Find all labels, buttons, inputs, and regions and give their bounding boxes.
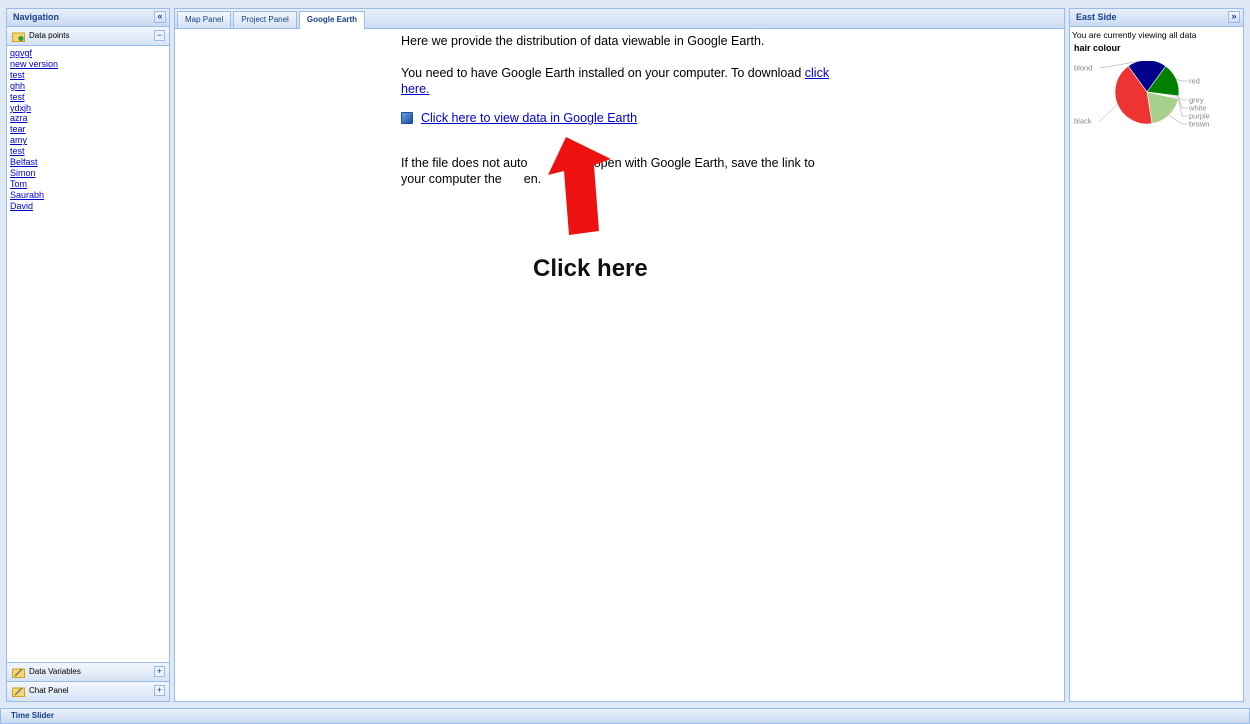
- google-earth-icon: [401, 112, 413, 124]
- data-point-link[interactable]: qqvgf: [10, 48, 32, 58]
- data-point-item: ghh: [10, 81, 169, 92]
- east-side-title: East Side: [1076, 12, 1117, 22]
- west-accordion-bottom: Data Variables + Chat Panel +: [7, 662, 169, 701]
- pie-label-brown: brown: [1189, 120, 1209, 129]
- view-in-google-earth-link[interactable]: Click here to view data in Google Earth: [421, 111, 637, 125]
- collapse-east-button[interactable]: »: [1228, 11, 1240, 23]
- data-points-header[interactable]: Data points −: [7, 27, 169, 46]
- data-variables-header[interactable]: Data Variables +: [7, 663, 169, 682]
- data-point-link[interactable]: Belfast: [10, 157, 38, 167]
- chat-panel-label: Chat Panel: [29, 686, 69, 695]
- data-points-list: qqvgf new version test ghh test ydxjh azra tear…: [7, 46, 169, 212]
- data-point-item: Simon: [10, 168, 169, 179]
- navigation-header: Navigation «: [7, 9, 169, 27]
- pie-leader-black: [1099, 104, 1118, 122]
- pie-leader-red: [1176, 79, 1188, 82]
- viewing-all-data-note: You are currently viewing all data: [1072, 30, 1197, 40]
- tab-bar: Map Panel Project Panel Google Earth: [175, 9, 1064, 29]
- expand-data-variables-button[interactable]: +: [154, 666, 165, 677]
- save-note: If the file does not auto ally open with …: [401, 155, 841, 187]
- pencil-folder-icon: [12, 668, 25, 678]
- data-point-item: Belfast: [10, 157, 169, 168]
- data-point-link[interactable]: amy: [10, 135, 27, 145]
- east-side-header: East Side »: [1070, 9, 1243, 27]
- data-point-item: Saurabh: [10, 190, 169, 201]
- save-note-part1: If the file does not auto: [401, 156, 528, 170]
- install-text: You need to have Google Earth installed …: [401, 65, 851, 97]
- tab-map-panel[interactable]: Map Panel: [177, 11, 232, 28]
- data-point-link[interactable]: Saurabh: [10, 190, 44, 200]
- data-point-item: test: [10, 92, 169, 103]
- data-point-item: new version: [10, 59, 169, 70]
- navigation-panel: Navigation « Data points − qqvgf new vers…: [6, 8, 170, 702]
- data-point-link[interactable]: Tom: [10, 179, 27, 189]
- data-points-label: Data points: [29, 31, 70, 40]
- data-point-link[interactable]: test: [10, 146, 25, 156]
- data-point-link[interactable]: new version: [10, 59, 58, 69]
- data-point-link[interactable]: Simon: [10, 168, 36, 178]
- pie-label-red: red: [1189, 77, 1200, 86]
- data-variables-label: Data Variables: [29, 667, 81, 676]
- data-point-link[interactable]: David: [10, 201, 33, 211]
- chart-title: hair colour: [1074, 43, 1121, 53]
- data-point-link[interactable]: tear: [10, 124, 26, 134]
- data-point-item: David: [10, 201, 169, 212]
- red-arrow-annotation: [548, 137, 611, 235]
- collapse-west-button[interactable]: «: [154, 11, 166, 23]
- intro-text: Here we provide the distribution of data…: [401, 34, 765, 48]
- data-point-link[interactable]: azra: [10, 113, 28, 123]
- data-point-item: test: [10, 70, 169, 81]
- tab-google-earth[interactable]: Google Earth: [298, 11, 366, 29]
- time-slider-title: Time Slider: [11, 711, 54, 720]
- data-point-item: tear: [10, 124, 169, 135]
- data-point-link[interactable]: ydxjh: [10, 103, 31, 113]
- google-earth-content: Here we provide the distribution of data…: [401, 33, 851, 187]
- expand-chat-panel-button[interactable]: +: [154, 685, 165, 696]
- chat-panel-header[interactable]: Chat Panel +: [7, 682, 169, 701]
- time-slider-panel: Time Slider: [0, 708, 1250, 724]
- click-here-annotation: Click here: [533, 255, 648, 282]
- east-side-panel: East Side » You are currently viewing al…: [1069, 8, 1244, 702]
- data-point-item: azra: [10, 113, 169, 124]
- hair-colour-pie-chart: blondredgreywhitepurplebrownblack: [1074, 61, 1210, 129]
- pie-label-blond: blond: [1074, 64, 1092, 73]
- pencil-folder-icon: [12, 687, 25, 697]
- collapse-data-points-button[interactable]: −: [154, 30, 165, 41]
- navigation-title: Navigation: [13, 12, 60, 22]
- data-point-link[interactable]: test: [10, 70, 25, 80]
- google-earth-link-row[interactable]: Click here to view data in Google Earth: [401, 111, 851, 125]
- data-point-item: Tom: [10, 179, 169, 190]
- pie-leader-grey: [1178, 96, 1188, 101]
- data-point-item: test: [10, 146, 169, 157]
- data-point-item: ydxjh: [10, 103, 169, 114]
- pie-leader-brown: [1168, 115, 1188, 125]
- data-point-link[interactable]: test: [10, 92, 25, 102]
- folder-icon: [12, 32, 25, 42]
- pie-label-black: black: [1074, 117, 1092, 126]
- data-point-item: amy: [10, 135, 169, 146]
- center-panel: Map Panel Project Panel Google Earth Her…: [174, 8, 1065, 702]
- data-point-link[interactable]: ghh: [10, 81, 25, 91]
- data-point-item: qqvgf: [10, 48, 169, 59]
- install-text-body: You need to have Google Earth installed …: [401, 66, 802, 80]
- tab-project-panel[interactable]: Project Panel: [233, 11, 297, 28]
